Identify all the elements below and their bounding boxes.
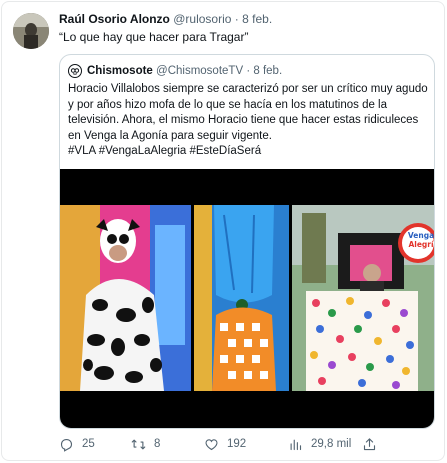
views-count: 29,8 mil [311, 438, 352, 450]
quote-hashtags[interactable]: #VLA #VengaLaAlegria #EsteDíaSerá [68, 144, 428, 160]
tweet-date[interactable]: 8 feb. [242, 12, 272, 26]
views-button[interactable]: 29,8 mil [288, 434, 351, 454]
video-frame-right: Venga Alegrí [292, 205, 434, 391]
author-name[interactable]: Raúl Osorio Alonzo [59, 12, 170, 26]
tweet-text: “Lo que hay que hacer para Tragar” [59, 30, 249, 44]
reply-button[interactable]: 25 [59, 434, 95, 454]
quote-date[interactable]: 8 feb. [253, 65, 282, 77]
share-button[interactable] [362, 434, 377, 454]
tweet-header: Raúl Osorio Alonzo @rulosorio · 8 feb. [59, 11, 272, 27]
sign-line-1: Venga [407, 231, 434, 240]
quote-video[interactable]: Venga Alegrí [60, 169, 434, 428]
quote-header: Chismosote @ChismosoteTV · 8 feb. [87, 64, 282, 79]
retweet-icon [131, 439, 146, 449]
like-button[interactable]: 192 [204, 434, 246, 454]
retweet-button[interactable]: 8 [131, 434, 160, 454]
quote-separator: · [246, 65, 251, 77]
views-chart-icon [290, 439, 302, 450]
quoted-tweet[interactable]: Chismosote @ChismosoteTV · 8 feb. Horaci… [59, 54, 435, 429]
share-icon [363, 437, 376, 450]
reply-count: 25 [82, 438, 95, 450]
quote-text: Horacio Villalobos siempre se caracteriz… [68, 83, 428, 142]
like-count: 192 [227, 438, 247, 450]
heart-icon [205, 438, 218, 450]
quote-author-handle[interactable]: @ChismosoteTV [156, 65, 243, 77]
sign-line-2: Alegrí [408, 240, 434, 249]
venga-sign: Venga Alegrí [404, 231, 434, 249]
quote-author-name[interactable]: Chismosote [87, 65, 153, 77]
quote-avatar[interactable] [68, 64, 82, 78]
video-frame-middle [194, 205, 289, 391]
author-handle[interactable]: @rulosorio [173, 12, 231, 26]
quote-text-block: Horacio Villalobos siempre se caracteriz… [68, 82, 428, 160]
header-separator: · [234, 12, 239, 26]
retweet-count: 8 [154, 438, 161, 450]
author-avatar[interactable] [13, 13, 49, 49]
tweet-actions: 25 8 192 29,8 mil [59, 434, 447, 454]
reply-icon [60, 438, 73, 452]
video-frame-left [60, 205, 191, 391]
